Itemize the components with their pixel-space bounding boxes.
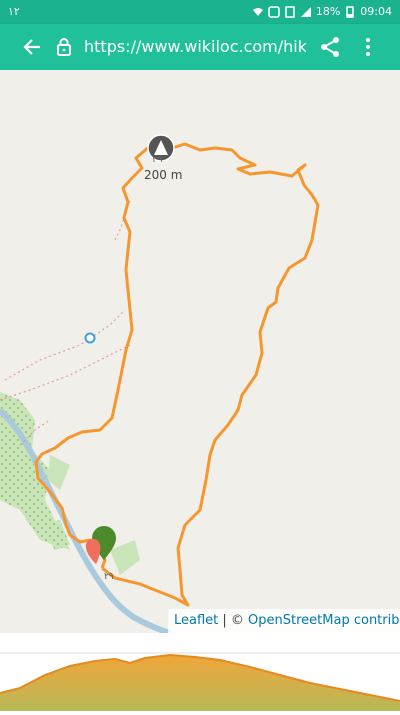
battery-percent: 18%	[315, 5, 341, 18]
forest-area	[110, 540, 140, 575]
map-canvas[interactable]	[0, 70, 400, 633]
share-icon[interactable]	[318, 35, 342, 59]
status-time: 09:04	[360, 5, 392, 18]
status-bar: ۱۲ 18% 09:04	[0, 0, 400, 24]
sim-icon	[285, 5, 295, 18]
osm-link[interactable]: OpenStreetMap contrib	[248, 613, 399, 628]
peak-label: ۲۹ 200 m	[144, 154, 183, 182]
more-vert-icon[interactable]	[356, 35, 380, 59]
phone-icon	[268, 5, 280, 18]
wifi-icon	[252, 7, 263, 16]
start-label: ۲۹	[104, 572, 114, 582]
attribution-separator: | ©	[218, 613, 249, 628]
url-bar[interactable]: https://www.wikiloc.com/hikin	[84, 37, 306, 56]
back-arrow-icon[interactable]	[20, 35, 44, 59]
poi-circle[interactable]	[84, 332, 96, 344]
dotted-trail	[4, 309, 126, 381]
elevation-chart[interactable]	[0, 633, 400, 711]
browser-toolbar: https://www.wikiloc.com/hikin	[0, 24, 400, 70]
hiking-track[interactable]	[34, 142, 320, 607]
dotted-trail	[0, 344, 131, 401]
signal-icon	[300, 6, 311, 17]
river	[0, 407, 171, 633]
elevation-profile[interactable]	[0, 633, 400, 711]
lock-icon[interactable]	[52, 35, 76, 59]
map-attribution: Leaflet | © OpenStreetMap contrib	[168, 609, 400, 633]
leaflet-link[interactable]: Leaflet	[174, 613, 218, 628]
elevation-area	[0, 655, 400, 711]
status-left-text: ۱۲	[8, 5, 20, 18]
forest-area	[48, 455, 70, 490]
peak-label-prefix: ۲۹	[152, 154, 163, 165]
peak-elevation-label: 200 m	[144, 168, 183, 182]
battery-icon	[346, 5, 355, 18]
status-icons: 18% 09:04	[252, 5, 392, 18]
map-view[interactable]: ۲۹ 200 m ۲۹ Leaflet | © OpenStreetMap co…	[0, 70, 400, 633]
